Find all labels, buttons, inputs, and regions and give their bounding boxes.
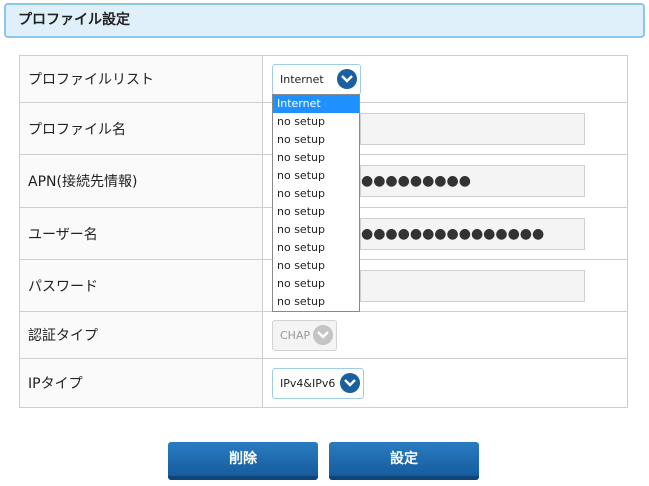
profile-name-input[interactable]: [360, 112, 585, 145]
auth-type-label: 認証タイプ: [19, 311, 263, 359]
dropdown-option[interactable]: no setup: [273, 167, 359, 185]
row-ip-type: IPタイプ IPv4&IPv6: [19, 358, 628, 408]
dropdown-option[interactable]: no setup: [273, 203, 359, 221]
username-input[interactable]: ●●●●●●●●●●●●●●●: [360, 217, 585, 250]
set-button[interactable]: 設定: [329, 442, 479, 480]
profile-list-value: Internet: [280, 72, 324, 86]
delete-button[interactable]: 削除: [168, 442, 318, 480]
password-input[interactable]: [360, 269, 585, 302]
profile-name-label: プロファイル名: [19, 102, 263, 155]
auth-type-value: CHAP: [280, 328, 311, 342]
dropdown-option[interactable]: no setup: [273, 149, 359, 167]
dropdown-option[interactable]: no setup: [273, 185, 359, 203]
username-label: ユーザー名: [19, 207, 263, 260]
chevron-down-icon: [313, 325, 333, 345]
dropdown-option[interactable]: no setup: [273, 221, 359, 239]
apn-input[interactable]: ●●●●●●●●●: [360, 165, 585, 197]
row-auth-type: 認証タイプ CHAP: [19, 311, 628, 359]
apn-masked-value: ●●●●●●●●●: [361, 173, 471, 189]
profile-list-label: プロファイルリスト: [19, 55, 263, 103]
dropdown-option[interactable]: no setup: [273, 257, 359, 275]
apn-label: APN(接続先情報): [19, 154, 263, 208]
dropdown-option[interactable]: no setup: [273, 113, 359, 131]
profile-list-select[interactable]: Internet: [272, 63, 361, 95]
profile-list-dropdown: Internet no setup no setup no setup no s…: [272, 94, 360, 312]
username-masked-value: ●●●●●●●●●●●●●●●: [361, 225, 545, 242]
dropdown-option[interactable]: Internet: [273, 95, 359, 113]
dropdown-option[interactable]: no setup: [273, 275, 359, 293]
auth-type-select: CHAP: [272, 319, 337, 351]
page-title: プロファイル設定: [4, 3, 645, 38]
chevron-down-icon: [340, 373, 360, 393]
dropdown-option[interactable]: no setup: [273, 293, 359, 311]
ip-type-select[interactable]: IPv4&IPv6: [272, 367, 364, 399]
ip-type-label: IPタイプ: [19, 358, 263, 408]
dropdown-option[interactable]: no setup: [273, 239, 359, 257]
password-label: パスワード: [19, 259, 263, 312]
chevron-down-icon: [337, 69, 357, 89]
dropdown-option[interactable]: no setup: [273, 131, 359, 149]
ip-type-value: IPv4&IPv6: [280, 376, 336, 390]
